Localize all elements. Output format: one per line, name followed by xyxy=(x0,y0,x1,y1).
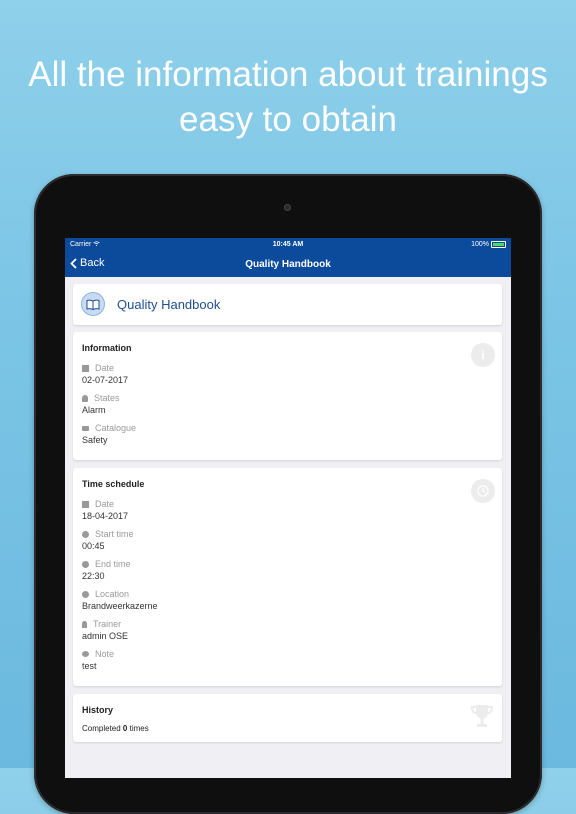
ts-trainer-field: Trainer admin OSE xyxy=(82,618,128,641)
info-states-value: Alarm xyxy=(82,405,106,415)
info-icon: i xyxy=(471,343,495,367)
ts-location-value: Brandweerkazerne xyxy=(82,601,158,611)
ts-start-field: Start time 00:45 xyxy=(82,528,134,551)
ts-trainer-value: admin OSE xyxy=(82,631,129,641)
ts-start-value: 00:45 xyxy=(82,541,105,551)
camera-icon xyxy=(284,204,291,211)
ts-end-label: End time xyxy=(95,559,131,569)
info-states-field: States Alarm xyxy=(82,392,120,415)
info-date-label: Date xyxy=(95,363,115,373)
ts-note-field: Note test xyxy=(82,648,114,671)
battery-percent: 100% xyxy=(471,241,489,248)
headline-line-1: All the information about trainings xyxy=(28,55,548,94)
history-card: History Completed 0 times xyxy=(73,694,502,742)
ts-note-value: test xyxy=(82,661,97,671)
handbook-header-card: Quality Handbook xyxy=(73,284,502,325)
clock-icon xyxy=(82,530,89,538)
location-icon xyxy=(82,590,89,598)
info-catalogue-value: Safety xyxy=(82,435,108,445)
battery-icon xyxy=(491,241,506,248)
ts-date-field: Date 18-04-2017 xyxy=(82,498,128,521)
ts-date-value: 18-04-2017 xyxy=(82,511,129,521)
ts-end-value: 22:30 xyxy=(82,571,105,581)
time-schedule-title: Time schedule xyxy=(82,479,145,489)
info-catalogue-label: Catalogue xyxy=(95,423,137,433)
ts-start-label: Start time xyxy=(95,529,134,539)
clock-icon xyxy=(471,479,495,503)
info-date-value: 02-07-2017 xyxy=(82,375,129,385)
marketing-headline: All the information about trainings easy… xyxy=(0,52,576,142)
history-title: History xyxy=(82,705,114,715)
ts-location-field: Location Brandweerkazerne xyxy=(82,588,158,611)
status-time: 10:45 AM xyxy=(272,241,304,248)
calendar-icon xyxy=(82,500,89,508)
comment-icon xyxy=(82,651,89,657)
calendar-icon xyxy=(82,364,89,372)
headline-line-2: easy to obtain xyxy=(179,100,397,139)
app-screen: Carrier 10:45 AM 100% Back Quality Handb… xyxy=(65,238,511,778)
ts-location-label: Location xyxy=(95,589,130,599)
battery-indicator: 100% xyxy=(471,241,506,248)
ts-note-label: Note xyxy=(95,649,115,659)
status-bar: Carrier 10:45 AM 100% xyxy=(65,238,511,252)
handbook-title: Quality Handbook xyxy=(117,297,221,312)
info-date-field: Date 02-07-2017 xyxy=(82,362,128,385)
info-states-label: States xyxy=(94,393,120,403)
user-icon xyxy=(82,620,87,628)
bell-icon xyxy=(82,394,88,402)
ts-end-field: End time 22:30 xyxy=(82,558,131,581)
information-title: Information xyxy=(82,343,132,353)
ts-date-label: Date xyxy=(95,499,115,509)
completed-count-text: Completed 0 times xyxy=(82,724,149,733)
book-icon xyxy=(81,292,105,316)
completed-count: 0 xyxy=(122,724,128,733)
ts-trainer-label: Trainer xyxy=(93,619,122,629)
navigation-bar: Back Quality Handbook xyxy=(65,252,511,277)
catalogue-icon xyxy=(82,425,89,431)
clock-icon xyxy=(82,560,89,568)
time-schedule-card: Time schedule Date 18-04-2017 Start time… xyxy=(73,468,502,686)
nav-title: Quality Handbook xyxy=(245,259,331,270)
information-card: Information i Date 02-07-2017 States Ala… xyxy=(73,332,502,460)
trophy-icon xyxy=(470,705,494,727)
info-catalogue-field: Catalogue Safety xyxy=(82,422,136,445)
